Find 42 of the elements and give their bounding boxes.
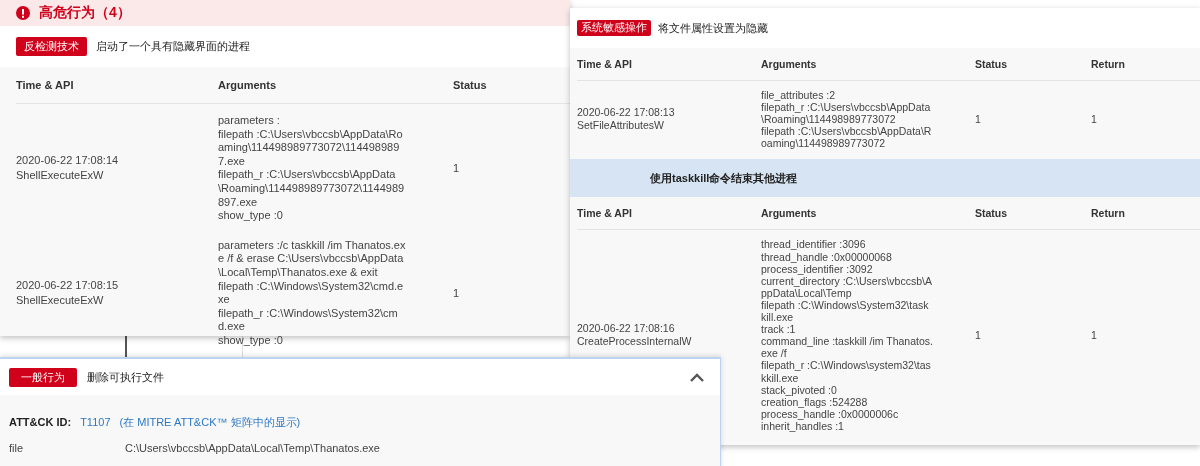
behavior-title: 使用taskkill命令结束其他进程 [650,170,798,186]
time-api-cell: 2020-06-22 17:08:13 SetFileAttributesW [577,106,675,133]
behavior-title: 将文件属性设置为隐藏 [658,20,768,36]
behavior-header[interactable]: 系统敏感操作 将文件属性设置为隐藏 [570,8,1200,48]
field-value: C:\Users\vbccsb\AppData\Local\Temp\Thanatos.exe [125,442,380,454]
arguments-cell: parameters :/c taskkill /im Thanatos.exe /f & erase C:\Users\vbccsb\AppData\Local\Temp\Thanatos.exe & exit filepath :C:\Windows\System32\cmd.exe filepath_r :C:\Windows\System32\cmd.exe show_type :0 [218,238,406,348]
status-cell: 1 [975,113,981,126]
arguments-cell: file_attributes :2 filepath_r :C:\Users\vbccsb\AppData\Roaming\114498989773072 filepath :C:\Users\vbccsb\AppData\Roaming\114498989773072 [761,89,933,150]
alert-icon [16,6,30,20]
return-cell: 1 [1091,329,1097,342]
section-title: 高危行为（4） [39,4,131,22]
column-header: Return [1091,207,1125,220]
arguments-cell: thread_identifier :3096 thread_handle :0x00000068 process_identifier :3092 current_directory :C:\Users\vbccsb\AppData\Local\Temp filepath :C:\Windows\System32\taskkill.exe track :1 command_line :taskkill /im Thanatos.exe /f filepath_r :C:\Windows\system32\taskkill.exe stack_pivoted :0 creation_flags :524288 process_handle :0x0000006c inherit_handles :1 [761,238,933,432]
category-tag: 反检测技术 [16,37,87,56]
matrix-link[interactable]: (在 MITRE ATT&CK™ 矩阵中的显示) [119,415,301,430]
column-header: Arguments [761,207,817,220]
attck-label: ATT&CK ID: [9,416,72,428]
column-header: Arguments [218,79,277,91]
column-header: Status [975,58,1008,70]
arguments-cell: parameters : filepath :C:\Users\vbccsb\AppData\Roaming\114498989773072\1144989897.exe filepath_r :C:\Users\vbccsb\AppData\Roaming\114498989773072\1144989897.exe show_type :0 [218,114,406,223]
column-header: Time & API [577,207,632,220]
column-header: Arguments [761,58,817,70]
behavior-header[interactable]: 使用taskkill命令结束其他进程 [570,159,1200,198]
field-name: file [9,442,25,454]
time-api-cell: 2020-06-22 17:08:14 ShellExecuteExW [16,153,119,184]
column-header: Status [453,79,487,91]
status-cell: 1 [453,162,460,175]
time-api-cell: 2020-06-22 17:08:15 ShellExecuteExW [16,278,119,309]
time-api-cell: 2020-06-22 17:08:16 CreateProcessInternalW [577,322,692,349]
category-tag: 一般行为 [9,367,77,387]
return-cell: 1 [1091,113,1097,126]
column-header: Return [1091,58,1125,70]
behavior-title: 启动了一个具有隐藏界面的进程 [96,39,250,54]
status-cell: 1 [975,329,981,342]
technique-id-link[interactable]: T1107 [80,416,111,428]
column-header: Time & API [16,79,74,91]
category-tag: 系统敏感操作 [577,20,651,36]
column-header: Status [975,207,1008,220]
collapse-caret-icon[interactable] [689,372,705,382]
behavior-title: 删除可执行文件 [87,369,164,385]
column-header: Time & API [577,58,632,70]
status-cell: 1 [453,287,460,300]
